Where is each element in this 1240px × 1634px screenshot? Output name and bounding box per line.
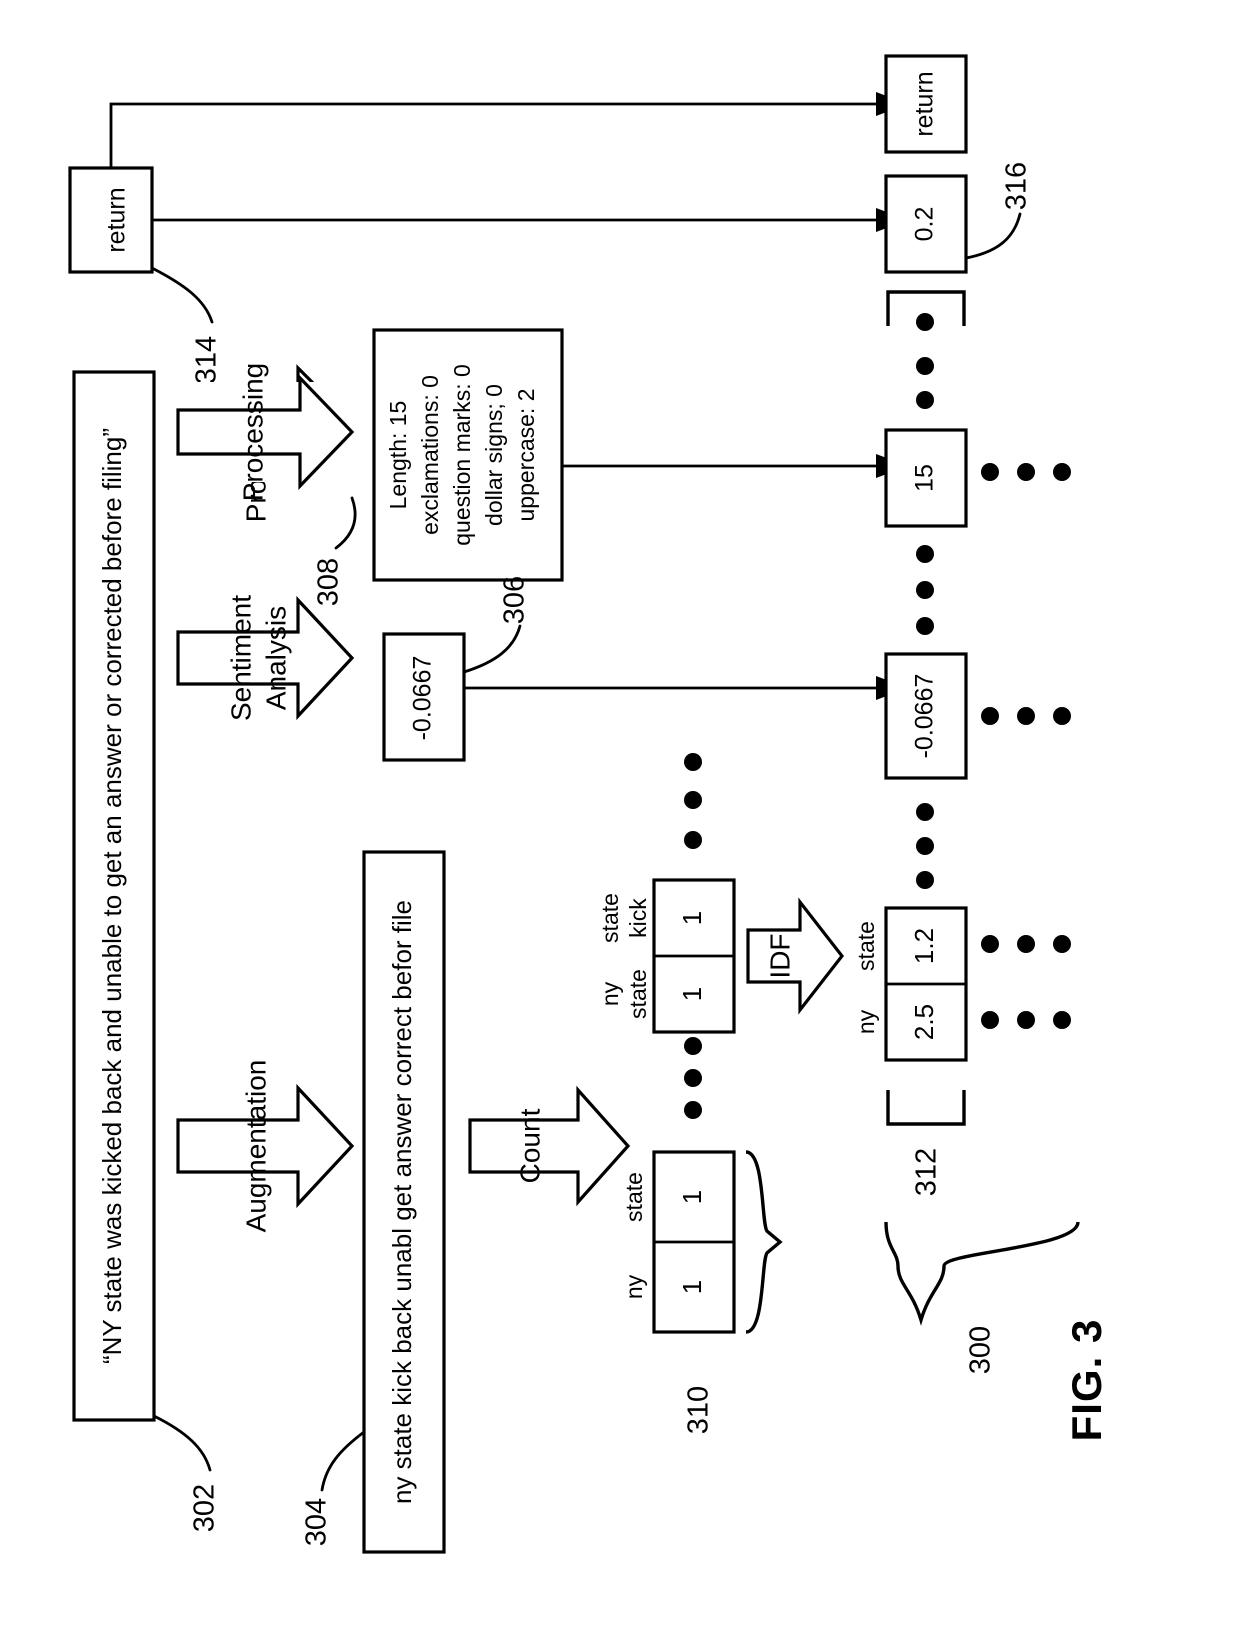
ellipsis-vector-3 [916, 803, 934, 889]
unigram-value-state: 1 [677, 1190, 707, 1204]
dot [1017, 463, 1035, 481]
ref-312: 312 [911, 1148, 943, 1196]
dot [981, 707, 999, 725]
sentiment-arrow-line2: Analysis [260, 606, 291, 710]
ref-300: 300 [965, 1326, 997, 1374]
dot [981, 935, 999, 953]
bigram-value-state-kick: 1 [677, 911, 707, 925]
page-background [0, 0, 1240, 1634]
processing-line-3: dollar signs; 0 [481, 384, 507, 526]
dot [916, 357, 934, 375]
count-arrow-label: Count [514, 1108, 545, 1183]
augmented-text-value: ny state kick back unabl get answer corr… [387, 900, 417, 1504]
processing-line-4: uppercase: 2 [513, 389, 539, 522]
dot [916, 803, 934, 821]
dot [684, 1037, 702, 1055]
vector-value-length: 15 [911, 464, 939, 492]
vector-label-return: return [911, 71, 939, 136]
return-source-label: return [103, 187, 131, 252]
unigram-header-ny: ny [621, 1274, 647, 1299]
dot [916, 617, 934, 635]
input-text-value: “NY state was kicked back and unable to … [97, 428, 127, 1364]
ellipsis-vector-1 [916, 313, 934, 409]
processing-line-0: Length: 15 [385, 401, 411, 510]
ref-306: 306 [499, 576, 531, 624]
ellipsis-vector-2 [916, 545, 934, 635]
figure-label: FIG. 3 [1063, 1319, 1110, 1442]
unigram-value-ny: 1 [677, 1280, 707, 1294]
dot [916, 837, 934, 855]
dot [1053, 935, 1071, 953]
idf-value-ny: 2.5 [909, 1004, 939, 1040]
dot [1053, 463, 1071, 481]
bigram-header-kick: kick [625, 898, 651, 938]
ref-304: 304 [301, 1498, 333, 1546]
sentiment-arrow-line1: Sentiment [225, 595, 256, 721]
processing-line-2: question marks: 0 [449, 364, 475, 546]
patent-figure-3: return 314 “NY state was kicked back and… [0, 0, 1240, 1634]
figure-canvas: return 314 “NY state was kicked back and… [0, 0, 1240, 1634]
dot [1017, 935, 1035, 953]
processing-line-1: exclamations: 0 [417, 375, 443, 535]
augmentation-arrow-label: Augmentation [240, 1060, 271, 1233]
ref-314: 314 [191, 336, 223, 384]
bigram-header-state2: state [625, 969, 651, 1019]
bigram-value-ny-state: 1 [677, 987, 707, 1001]
dot [684, 1069, 702, 1087]
vector-cell-return-label: return [884, 54, 968, 154]
dot [1053, 707, 1071, 725]
ellipsis-count-tables [684, 1037, 702, 1119]
idf-arrow-label: IDF [764, 933, 795, 978]
ref-308: 308 [313, 558, 345, 606]
ref-302: 302 [189, 1484, 221, 1532]
sentiment-result-value: -0.0667 [409, 656, 437, 741]
idf-header-ny: ny [853, 1009, 879, 1034]
dot [916, 391, 934, 409]
dot [684, 753, 702, 771]
idf-value-state: 1.2 [909, 928, 939, 964]
vector-value-return: 0.2 [911, 207, 939, 242]
dot [981, 1011, 999, 1029]
dot [916, 581, 934, 599]
idf-header-state: state [853, 921, 879, 971]
bigram-header-state: state [597, 893, 623, 943]
unigram-header-state: state [621, 1172, 647, 1222]
dot [684, 1101, 702, 1119]
dot [916, 871, 934, 889]
dot [1053, 1011, 1071, 1029]
bigram-header-ny: ny [597, 981, 623, 1006]
dot [684, 791, 702, 809]
vector-value-sentiment: -0.0667 [911, 674, 939, 759]
processing-arrow-text: Processing [237, 363, 268, 502]
dot [1017, 1011, 1035, 1029]
dot [916, 313, 934, 331]
dot [916, 545, 934, 563]
dot [1017, 707, 1035, 725]
dot [684, 831, 702, 849]
ellipsis-above-bigram [684, 753, 702, 849]
ref-316: 316 [1001, 162, 1033, 210]
ref-310: 310 [683, 1386, 715, 1434]
dot [981, 463, 999, 481]
